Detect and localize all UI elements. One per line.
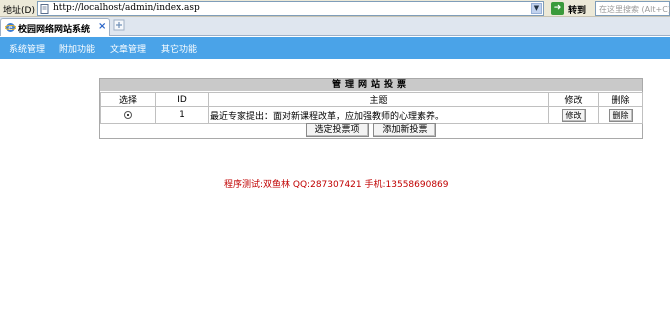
close-icon[interactable]: × [98, 21, 106, 32]
table-header-row: 选择 ID 主题 修改 删除 [100, 92, 643, 107]
edit-button[interactable]: 修改 [561, 108, 586, 122]
column-header: 删除 [598, 92, 643, 107]
column-header: 主题 [208, 92, 549, 107]
vote-radio[interactable] [124, 110, 132, 119]
ie-favicon-icon: e [5, 23, 16, 32]
add-vote-button[interactable]: 添加新投票 [373, 123, 437, 137]
footer-credit: 程序测试:双鱼林 QQ:287307421 手机:13558690869 [224, 180, 449, 190]
panel-actions: 选定投票项 添加新投票 [100, 123, 642, 138]
app-nav: 系统管理 附加功能 文章管理 其它功能 [0, 37, 670, 59]
address-input[interactable]: http://localhost/admin/index.asp ▼ [37, 1, 544, 16]
address-url: http://localhost/admin/index.asp [53, 3, 200, 13]
chevron-down-icon[interactable]: ▼ [531, 3, 542, 14]
vote-management-panel: 管理网站投票 选择 ID 主题 修改 删除 1 最近专家提出：面对新课程改革，应… [99, 78, 643, 139]
go-arrow-icon: ➜ [551, 2, 564, 15]
tab-active[interactable]: e 校园网络网站系统 × [0, 18, 110, 36]
edit-cell: 修改 [548, 106, 599, 124]
address-label: 地址(D) [3, 6, 35, 16]
page-icon [40, 4, 49, 14]
column-header: 选择 [100, 92, 156, 107]
column-header: 修改 [548, 92, 599, 107]
topic-cell: 最近专家提出：面对新课程改革，应加强教师的心理素养。 [208, 106, 549, 124]
new-tab-icon[interactable] [112, 18, 126, 32]
delete-cell: 删除 [598, 106, 643, 124]
address-bar: 地址(D) http://localhost/admin/index.asp ▼… [0, 0, 670, 17]
delete-button[interactable]: 删除 [608, 108, 633, 122]
vote-table: 选择 ID 主题 修改 删除 1 最近专家提出：面对新课程改革，应加强教师的心理… [100, 92, 643, 124]
column-header: ID [155, 92, 209, 107]
set-vote-button[interactable]: 选定投票项 [305, 123, 369, 137]
select-cell [100, 106, 156, 124]
search-placeholder: 在这里搜索 (Alt+C) [599, 5, 670, 14]
nav-item-extra[interactable]: 附加功能 [59, 42, 95, 55]
svg-text:e: e [8, 24, 12, 32]
search-input[interactable]: 在这里搜索 (Alt+C) [595, 1, 670, 16]
nav-item-system[interactable]: 系统管理 [9, 42, 45, 55]
tab-title: 校园网络网站系统 [18, 25, 91, 35]
go-button[interactable]: ➜ 转到 [551, 1, 591, 16]
panel-title: 管理网站投票 [100, 79, 642, 91]
tab-strip: e 校园网络网站系统 × [0, 17, 670, 36]
go-label: 转到 [568, 6, 587, 16]
table-row: 1 最近专家提出：面对新课程改革，应加强教师的心理素养。 修改 删除 [100, 106, 643, 124]
nav-item-articles[interactable]: 文章管理 [110, 42, 146, 55]
nav-item-other[interactable]: 其它功能 [161, 42, 197, 55]
id-cell: 1 [155, 106, 209, 124]
